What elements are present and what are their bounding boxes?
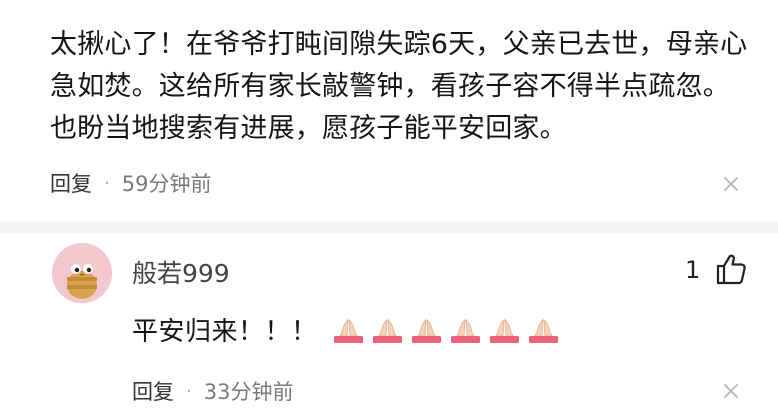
folded-hands-icon xyxy=(372,318,402,343)
comment-text: 太揪心了！在爷爷打盹间隙失踪6天，父亲已去世，母亲心急如焚。这给所有家长敲警钟，… xyxy=(50,29,748,144)
comment-meta: 回复 · 59分钟前 xyxy=(50,168,211,198)
comment-timestamp: 33分钟前 xyxy=(203,380,294,404)
like-count: 1 xyxy=(685,256,701,284)
thumbs-up-icon[interactable] xyxy=(714,252,748,286)
avatar[interactable] xyxy=(52,243,112,303)
comment-item: 太揪心了！在爷爷打盹间隙失踪6天，父亲已去世，母亲心急如焚。这给所有家长敲警钟，… xyxy=(50,24,750,150)
folded-hands-icon xyxy=(450,318,480,343)
folded-hands-icon xyxy=(528,318,558,343)
meta-separator: · xyxy=(104,172,110,194)
folded-hands-icon xyxy=(411,318,441,343)
emoji-row xyxy=(330,315,564,345)
comment-timestamp: 59分钟前 xyxy=(121,172,212,196)
close-icon[interactable] xyxy=(722,382,740,400)
folded-hands-icon xyxy=(333,318,363,343)
comment-text: 平安归来！！！ xyxy=(132,317,318,347)
close-icon[interactable] xyxy=(722,175,740,193)
username[interactable]: 般若999 xyxy=(132,254,230,290)
meta-separator: · xyxy=(186,380,192,402)
folded-hands-icon xyxy=(489,318,519,343)
comment-meta: 回复 · 33分钟前 xyxy=(132,376,293,406)
reply-button[interactable]: 回复 xyxy=(132,376,174,406)
comment-divider xyxy=(0,221,778,233)
comment-body: 平安归来！！！ xyxy=(132,311,564,348)
reply-button[interactable]: 回复 xyxy=(50,168,92,198)
